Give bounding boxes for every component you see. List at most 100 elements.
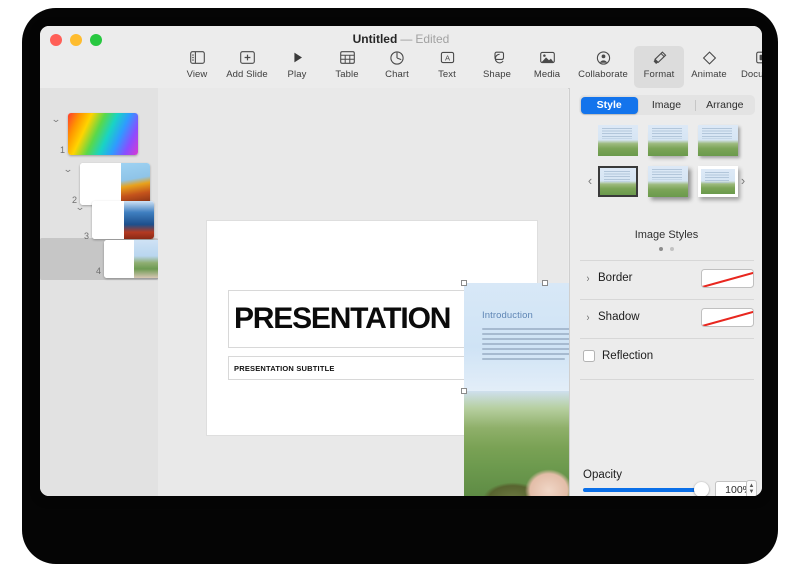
tab-image[interactable]: Image [638,97,695,114]
format-inspector: Style Image Arrange ‹ › Image Styles › B… [569,88,762,496]
styles-prev-arrow-icon[interactable]: ‹ [583,173,597,188]
document-edited-state: Edited [415,32,450,46]
reflection-checkbox[interactable] [583,350,595,362]
slide-number-1: 1 [60,145,66,155]
shadow-none-well[interactable] [701,308,754,327]
shadow-label: Shadow [598,311,640,323]
toolbar-chart-button[interactable]: Chart [372,46,422,88]
toolbar-media-button[interactable]: Media [522,46,572,88]
svg-text:A: A [444,54,450,63]
toolbar-animate-label: Animate [691,69,727,80]
animate-icon [702,48,717,67]
image-heading-text: Introduction [482,310,533,321]
title-separator: — [400,32,413,46]
slide-subtitle-text: PRESENTATION SUBTITLE [234,363,335,373]
selection-handle-top-center[interactable] [542,280,548,286]
pagination-dot-1[interactable] [659,247,663,251]
image-styles-pagination [570,247,762,251]
border-none-well[interactable] [701,269,754,288]
slide-title-text: PRESENTATION [234,302,451,335]
border-label: Border [598,272,633,284]
slide-navigator-item-3[interactable]: ⌄ [74,203,86,212]
slide-thumbnail-4[interactable] [104,240,166,278]
image-style-swatch-4[interactable] [598,166,638,197]
collaborate-icon [596,48,611,67]
reflection-row[interactable]: Reflection [583,350,762,362]
slide-thumbnail-3[interactable] [92,201,154,239]
tab-arrange[interactable]: Arrange [696,97,753,114]
main-toolbar: View Add Slide Play Table Chart A Text S… [172,46,762,88]
toolbar-add-slide-button[interactable]: Add Slide [222,46,272,88]
toolbar-shape-label: Shape [483,69,511,80]
selection-handle-middle-left[interactable] [461,388,467,394]
image-style-swatch-2[interactable] [648,125,688,156]
toolbar-document-button[interactable]: Document [734,46,762,88]
toolbar-add-slide-label: Add Slide [226,69,268,80]
toolbar-media-label: Media [533,69,561,80]
slide-number-3: 3 [84,231,90,241]
toolbar-play-label: Play [287,69,307,80]
opacity-slider-knob[interactable] [694,481,709,496]
slide-canvas[interactable]: PRESENTATION PRESENTATION SUBTITLE Intro… [158,88,630,496]
image-styles-label: Image Styles [634,229,699,241]
toolbar-view-label: View [186,69,208,80]
toolbar-table-label: Table [335,69,359,80]
image-style-swatch-3[interactable] [698,125,738,156]
inspector-tab-bar: Style Image Arrange [579,95,755,115]
image-style-swatch-5[interactable] [648,166,688,197]
disclosure-triangle-icon[interactable]: ⌄ [48,115,64,124]
chevron-right-icon[interactable]: › [582,311,594,324]
tab-style[interactable]: Style [580,96,638,114]
current-slide[interactable]: PRESENTATION PRESENTATION SUBTITLE Intro… [207,221,630,496]
slide-number-4: 4 [96,266,102,276]
toolbar-table-button[interactable]: Table [322,46,372,88]
slide-navigator-item-1[interactable]: ⌄ [50,115,62,124]
toolbar-collaborate-button[interactable]: Collaborate [572,46,634,88]
toolbar-text-label: Text [438,69,456,80]
selection-handle-top-left[interactable] [461,280,467,286]
styles-next-arrow-icon[interactable]: › [736,173,750,188]
document-title[interactable]: Untitled — Edited [40,32,762,46]
opacity-stepper[interactable]: ▲ ▼ [746,480,757,496]
toolbar-shape-button[interactable]: Shape [472,46,522,88]
keynote-window: Untitled — Edited View Add Slide Play Ta… [40,26,762,496]
document-name: Untitled [352,32,398,46]
slide-thumbnail-art [80,163,150,205]
toolbar-format-button[interactable]: Format [634,46,684,88]
toolbar-document-label: Document [740,69,762,80]
image-style-swatch-1[interactable] [598,125,638,156]
slide-navigator[interactable]: ⌄ 1 ⌄ 2 ⌄ 3 4 [40,88,166,496]
opacity-slider[interactable] [583,481,709,496]
section-divider [580,299,754,300]
chevron-right-icon[interactable]: › [582,272,594,285]
shape-icon [490,48,505,67]
view-sidebar-icon [189,48,205,67]
toolbar-view-button[interactable]: View [172,46,222,88]
disclosure-triangle-icon[interactable]: ⌄ [72,203,88,212]
slide-navigator-item-2[interactable]: ⌄ [62,165,74,174]
section-divider [580,260,754,261]
slide-thumbnail-art [104,240,166,278]
media-icon [539,48,555,67]
toolbar-animate-button[interactable]: Animate [684,46,734,88]
screenshot-stage: Untitled — Edited View Add Slide Play Ta… [0,0,800,573]
text-icon: A [440,48,455,67]
slide-thumbnail-1[interactable] [68,113,138,155]
image-styles-section: ‹ › Image Styles [570,121,762,251]
disclosure-triangle-icon[interactable]: ⌄ [60,165,76,174]
toolbar-collaborate-label: Collaborate [578,69,628,80]
toolbar-format-label: Format [643,69,675,80]
toolbar-text-button[interactable]: A Text [422,46,472,88]
play-icon [291,48,304,67]
stepper-down-icon[interactable]: ▼ [749,489,755,495]
toolbar-play-button[interactable]: Play [272,46,322,88]
slide-thumbnail-art [68,113,138,155]
section-divider [580,379,754,380]
chart-icon [390,48,404,67]
image-styles-grid [598,125,738,197]
table-icon [339,48,355,67]
pagination-dot-2[interactable] [670,247,674,251]
image-style-swatch-6[interactable] [698,166,738,197]
window-titlebar: Untitled — Edited View Add Slide Play Ta… [40,26,762,89]
slide-thumbnail-2[interactable] [80,163,150,205]
